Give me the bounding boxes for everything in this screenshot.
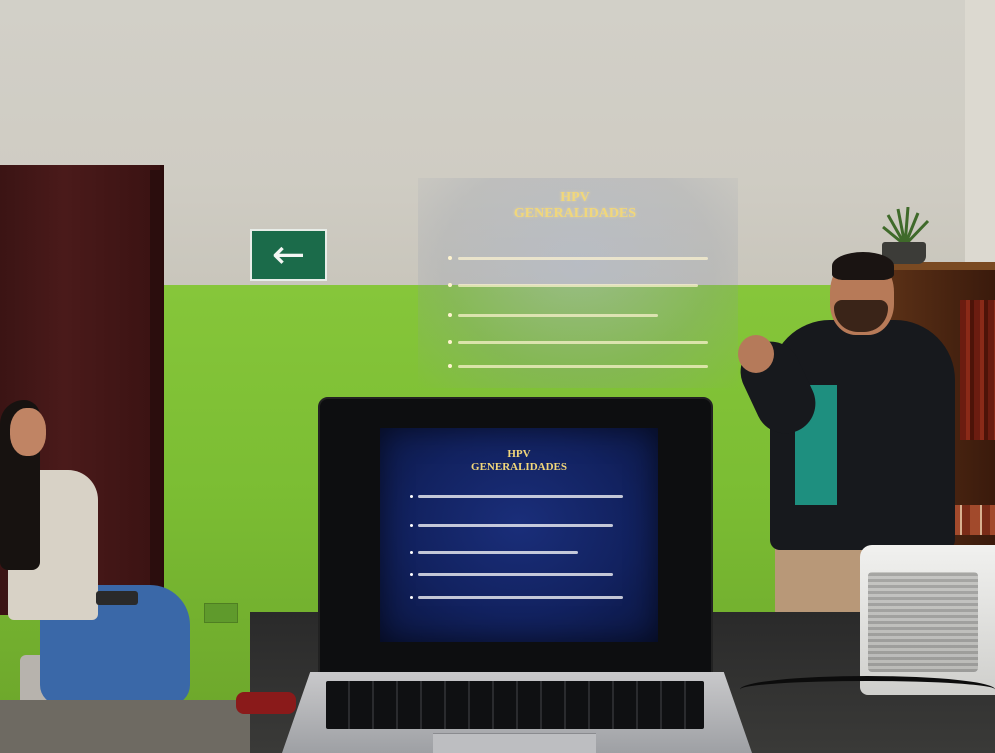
presenter-hand: [738, 335, 774, 373]
wall-column: [965, 0, 995, 300]
books: [960, 300, 995, 440]
projected-slide-title: HPV GENERALIDADES: [470, 190, 680, 222]
projected-bullet: [448, 364, 718, 370]
projected-title-line1: HPV: [560, 190, 590, 205]
laptop-slide-title: HPV GENERALIDADES: [380, 448, 658, 474]
presentation-room-scene: ← HPV GENERALIDADES HPV GENERALIDADES: [0, 0, 995, 753]
laptop-bullet: [410, 523, 642, 529]
laptop-bullet: [410, 494, 642, 500]
projector-vent: [868, 572, 978, 672]
cable: [740, 676, 995, 703]
projected-bullet: [448, 313, 718, 319]
projected-bullet: [448, 256, 718, 262]
laptop-trackpad: [433, 733, 596, 753]
laptop-keyboard: [326, 681, 704, 729]
potted-plant-icon: [882, 207, 930, 247]
left-arrow-icon: ←: [271, 232, 306, 278]
projected-bullet: [448, 340, 718, 346]
wall-outlet: [204, 603, 238, 623]
presenter-hair: [832, 252, 894, 280]
woman-face: [10, 408, 46, 456]
door-frame: [150, 170, 162, 610]
laptop-bullet: [410, 550, 642, 556]
projected-title-line2: GENERALIDADES: [513, 206, 637, 221]
laptop-bullet: [410, 572, 642, 578]
laptop-title-line2: GENERALIDADES: [471, 461, 567, 473]
exit-sign: ←: [250, 229, 327, 281]
laptop-bullet: [410, 595, 642, 601]
laptop-title-line1: HPV: [507, 448, 531, 460]
projected-bullet: [448, 283, 718, 289]
red-object: [236, 692, 296, 714]
phone: [96, 591, 138, 605]
